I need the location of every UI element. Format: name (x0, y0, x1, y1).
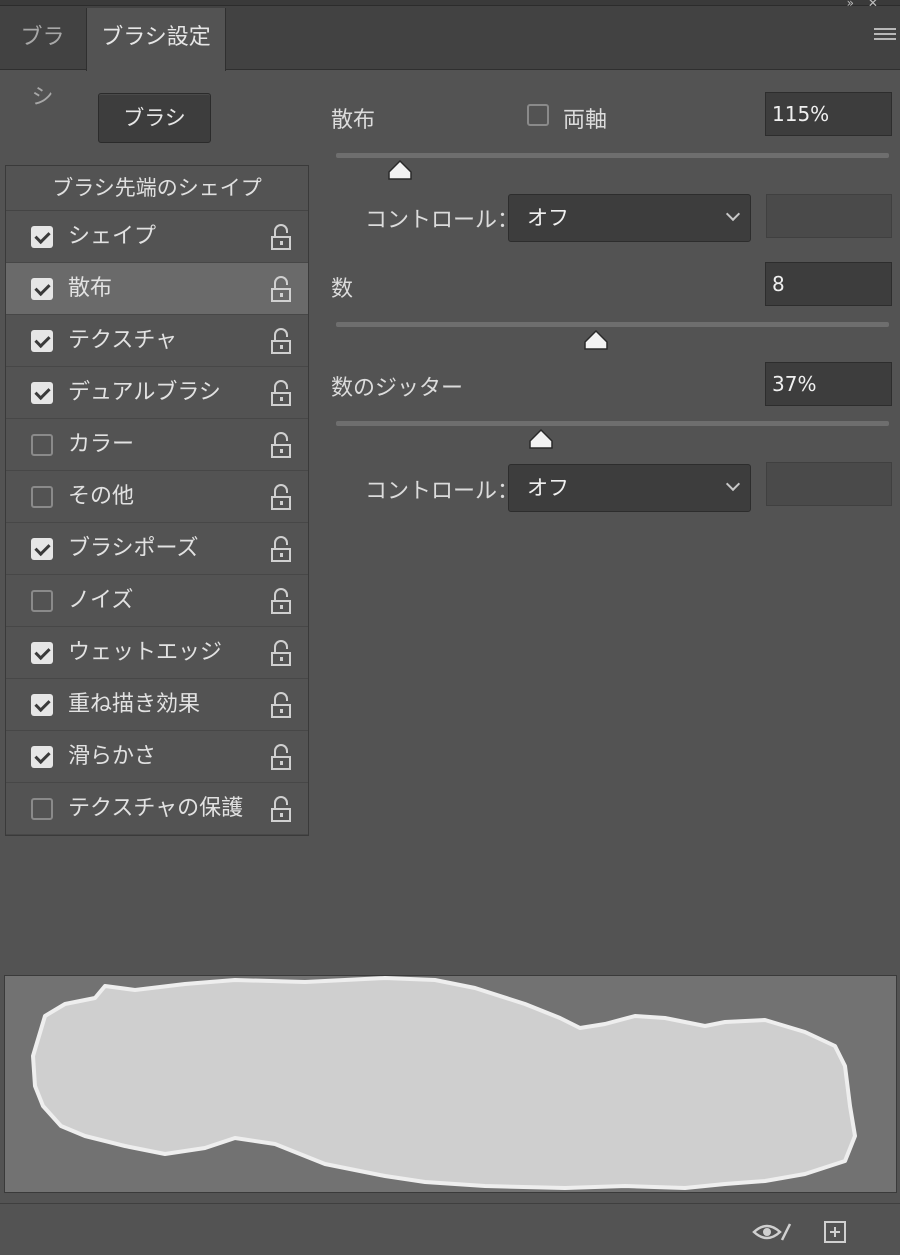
brush-option-checkbox[interactable] (31, 590, 53, 612)
brush-option-label[interactable]: テクスチャの保護 (68, 783, 243, 835)
panel-collapse-close-icons[interactable]: »✕ (847, 0, 892, 10)
lock-icon[interactable] (270, 536, 292, 562)
brush-option-row[interactable]: その他 (6, 471, 308, 523)
lock-icon[interactable] (270, 796, 292, 822)
scatter-slider-thumb[interactable] (387, 160, 412, 180)
panel-tabbar: »✕ ブラシ ブラシ設定 (0, 0, 900, 110)
brush-option-row[interactable]: ノイズ (6, 575, 308, 627)
brush-option-label[interactable]: シェイプ (68, 211, 156, 263)
new-brush-icon[interactable] (824, 1221, 846, 1243)
lock-icon[interactable] (270, 224, 292, 250)
brush-option-checkbox[interactable] (31, 746, 53, 768)
panel-top-strip (0, 0, 900, 6)
tab-brush-settings[interactable]: ブラシ設定 (86, 8, 226, 71)
brush-option-checkbox[interactable] (31, 642, 53, 664)
count-jitter-control-value: オフ (527, 476, 569, 500)
brush-option-checkbox[interactable] (31, 382, 53, 404)
brush-option-label[interactable]: デュアルブラシ (68, 367, 221, 419)
lock-icon[interactable] (270, 328, 292, 354)
both-axes-label: 両軸 (563, 108, 608, 133)
brush-tip-shape-header[interactable]: ブラシ先端のシェイプ (6, 166, 308, 211)
chevron-down-icon (725, 476, 741, 492)
lock-icon[interactable] (270, 432, 292, 458)
eye-brush-icon[interactable] (752, 1220, 792, 1244)
chevron-down-icon (725, 206, 741, 222)
brush-option-label[interactable]: テクスチャ (68, 315, 177, 367)
brush-option-label[interactable]: 散布 (68, 263, 112, 315)
brush-option-row[interactable]: デュアルブラシ (6, 367, 308, 419)
brush-option-label[interactable]: 重ね描き効果 (68, 679, 200, 731)
scatter-control-label: コントロール： (365, 208, 520, 233)
lock-icon[interactable] (270, 484, 292, 510)
count-slider-track[interactable] (336, 322, 889, 327)
brush-option-row[interactable]: ウェットエッジ (6, 627, 308, 679)
brush-option-checkbox[interactable] (31, 434, 53, 456)
brush-option-row[interactable]: テクスチャ (6, 315, 308, 367)
brush-option-label[interactable]: 滑らかさ (68, 731, 156, 783)
count-jitter-control-label: コントロール： (365, 479, 520, 504)
brush-option-checkbox[interactable] (31, 278, 53, 300)
brush-option-checkbox[interactable] (31, 798, 53, 820)
brush-option-row[interactable]: ブラシポーズ (6, 523, 308, 575)
both-axes-checkbox[interactable] (527, 104, 549, 126)
panel-bottom-bar (0, 1203, 900, 1255)
lock-icon[interactable] (270, 692, 292, 718)
brush-stroke-preview (4, 975, 897, 1193)
lock-icon[interactable] (270, 380, 292, 406)
scatter-control-select[interactable]: オフ (508, 194, 751, 242)
brush-option-row[interactable]: カラー (6, 419, 308, 471)
hamburger-menu-icon[interactable] (874, 28, 896, 46)
scatter-label: 散布 (331, 108, 376, 133)
brush-option-label[interactable]: ブラシポーズ (68, 523, 198, 575)
count-value-field[interactable]: 8 (765, 262, 892, 306)
count-jitter-slider-thumb[interactable] (528, 429, 553, 449)
scatter-value-field[interactable]: 115% (765, 92, 892, 136)
brushes-button[interactable]: ブラシ (98, 93, 211, 143)
lock-icon[interactable] (270, 276, 292, 302)
lock-icon[interactable] (270, 588, 292, 614)
brush-option-label[interactable]: カラー (68, 419, 134, 471)
brush-option-checkbox[interactable] (31, 694, 53, 716)
brush-stroke-shape (31, 976, 857, 1190)
count-jitter-control-extra-field (766, 462, 892, 506)
brush-option-row[interactable]: 滑らかさ (6, 731, 308, 783)
brush-option-checkbox[interactable] (31, 226, 53, 248)
lock-icon[interactable] (270, 640, 292, 666)
scatter-control-extra-field (766, 194, 892, 238)
brush-option-label[interactable]: ノイズ (68, 575, 133, 627)
count-slider-thumb[interactable] (584, 330, 608, 350)
brush-option-row[interactable]: 重ね描き効果 (6, 679, 308, 731)
scatter-control-value: オフ (527, 206, 569, 230)
count-label: 数 (331, 277, 354, 302)
brush-option-label[interactable]: その他 (68, 471, 134, 523)
scatter-slider-track[interactable] (336, 153, 889, 158)
brush-option-row[interactable]: テクスチャの保護 (6, 783, 308, 835)
brush-option-checkbox[interactable] (31, 486, 53, 508)
brush-options-list: ブラシ先端のシェイプ シェイプ 散布 テクスチャ デュアルブラシ カラー その他 ブラシポー… (5, 165, 309, 836)
count-jitter-label: 数のジッター (331, 376, 464, 401)
brush-option-label[interactable]: ウェットエッジ (68, 627, 222, 679)
brush-option-row[interactable]: 散布 (6, 263, 308, 315)
brush-option-checkbox[interactable] (31, 330, 53, 352)
count-jitter-control-select[interactable]: オフ (508, 464, 751, 512)
brush-option-checkbox[interactable] (31, 538, 53, 560)
count-jitter-value-field[interactable]: 37% (765, 362, 892, 406)
brush-option-row[interactable]: シェイプ (6, 211, 308, 263)
count-jitter-slider-track[interactable] (336, 421, 889, 426)
tab-brush[interactable]: ブラシ (0, 8, 85, 110)
lock-icon[interactable] (270, 744, 292, 770)
